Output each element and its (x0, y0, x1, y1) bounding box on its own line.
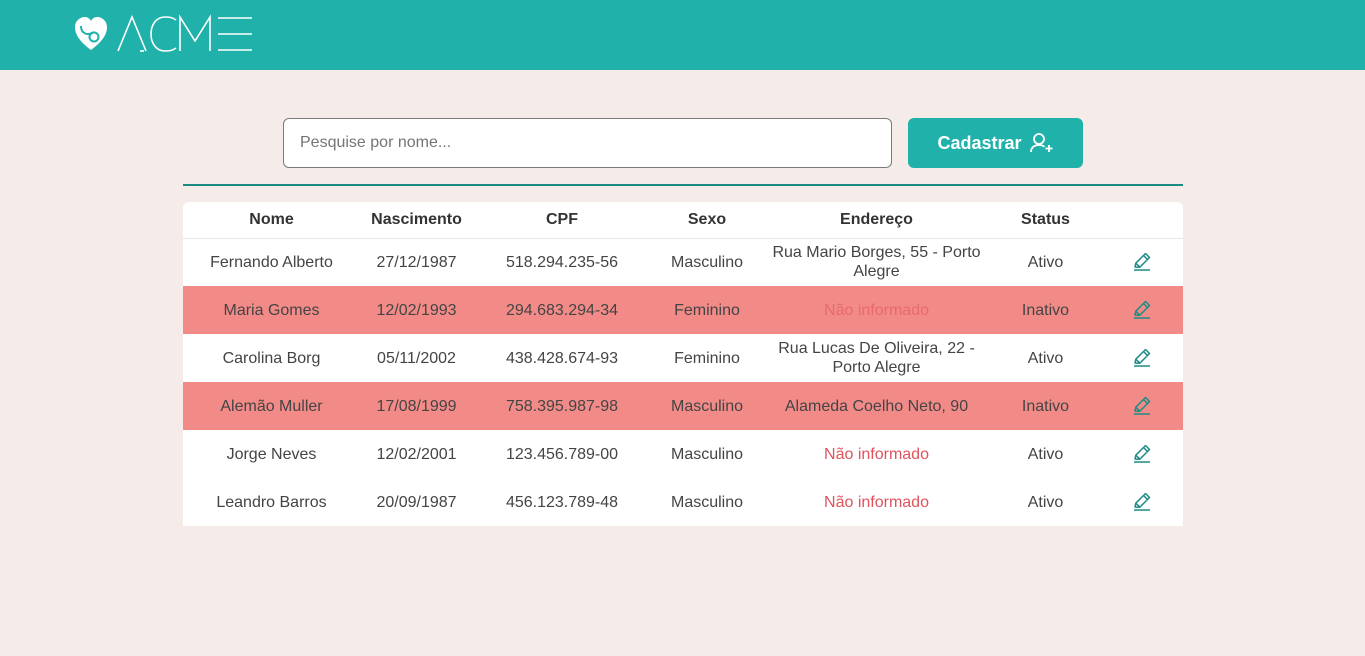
pencil-icon (1134, 348, 1151, 367)
column-header-nascimento[interactable]: Nascimento (360, 202, 473, 238)
pencil-icon (1134, 396, 1151, 415)
table-row[interactable]: Fernando Alberto 27/12/1987 518.294.235-56… (183, 238, 1183, 286)
cell-nome: Alemão Muller (220, 397, 323, 415)
cell-cpf: 456.123.789-48 (505, 493, 619, 511)
table-body: Fernando Alberto 27/12/1987 518.294.235-56… (183, 238, 1183, 526)
cell-status: Ativo (1027, 493, 1064, 511)
table-header-row: Nome Nascimento CPF Sexo Endereço Status (183, 202, 1183, 238)
cell-endereco: Não informado (824, 445, 929, 463)
column-header-nome[interactable]: Nome (183, 202, 360, 238)
cell-nome: Leandro Barros (216, 493, 327, 511)
pencil-icon (1134, 492, 1151, 511)
add-patient-button[interactable]: Cadastrar (908, 118, 1083, 168)
cell-cpf: 123.456.789-00 (505, 445, 619, 463)
patients-table: Nome Nascimento CPF Sexo Endereço Status… (183, 202, 1183, 526)
cell-endereco: Rua Lucas De Oliveira, 22 - Porto Alegre (778, 340, 975, 376)
cell-sexo: Masculino (670, 253, 744, 271)
table-row[interactable]: Carolina Borg 05/11/2002 438.428.674-93 Fem… (183, 334, 1183, 382)
pencil-icon (1134, 300, 1151, 319)
table-row[interactable]: Jorge Neves 12/02/2001 123.456.789-00 Mascu… (183, 430, 1183, 478)
search-input[interactable] (283, 118, 892, 168)
column-header-endereco[interactable]: Endereço (763, 202, 990, 238)
user-plus-icon (1029, 133, 1053, 153)
cell-endereco: Não informado (824, 493, 929, 511)
search-toolbar: Cadastrar (283, 118, 1083, 168)
edit-button[interactable] (1130, 249, 1154, 273)
top-bar (0, 0, 1365, 70)
edit-button[interactable] (1130, 345, 1154, 369)
column-header-cpf[interactable]: CPF (473, 202, 651, 238)
cell-actions (1101, 430, 1183, 478)
cell-nascimento: 20/09/1987 (376, 493, 457, 511)
cell-nome: Maria Gomes (223, 301, 320, 319)
cell-cpf: 758.395.987-98 (505, 397, 619, 415)
patients-table-container: Nome Nascimento CPF Sexo Endereço Status… (183, 202, 1183, 526)
edit-button[interactable] (1130, 297, 1154, 321)
cell-nascimento: 17/08/1999 (376, 397, 457, 415)
cell-status: Ativo (1027, 445, 1064, 463)
column-header-sexo[interactable]: Sexo (651, 202, 763, 238)
cell-nascimento: 05/11/2002 (377, 349, 456, 367)
edit-button[interactable] (1130, 393, 1154, 417)
cell-sexo: Masculino (670, 397, 744, 415)
cell-status: Inativo (1021, 397, 1070, 415)
cell-endereco: Rua Mario Borges, 55 - Porto Alegre (772, 244, 981, 281)
pencil-icon (1134, 252, 1151, 271)
cell-actions (1101, 286, 1183, 334)
cell-nascimento: 12/02/2001 (376, 445, 457, 463)
pencil-icon (1134, 444, 1151, 463)
cell-nascimento: 27/12/1987 (376, 253, 457, 271)
cell-sexo: Feminino (674, 301, 740, 319)
cell-actions (1101, 382, 1183, 430)
cell-cpf: 518.294.235-56 (505, 253, 619, 271)
cell-sexo: Masculino (670, 445, 744, 463)
edit-button[interactable] (1130, 441, 1154, 465)
cell-sexo: Masculino (670, 493, 744, 511)
section-divider (183, 184, 1183, 186)
cell-actions (1101, 334, 1183, 382)
table-row[interactable]: Leandro Barros 20/09/1987 456.123.789-48 Ma… (183, 478, 1183, 526)
table-row[interactable]: Maria Gomes 12/02/1993 294.683.294-34 Femin… (183, 286, 1183, 334)
column-header-actions (1101, 202, 1183, 238)
cell-nome: Fernando Alberto (210, 253, 333, 271)
edit-button[interactable] (1130, 489, 1154, 513)
cell-status: Ativo (1027, 253, 1064, 271)
cell-nascimento: 12/02/1993 (376, 301, 457, 319)
cell-nome: Jorge Neves (226, 445, 317, 463)
column-header-status[interactable]: Status (990, 202, 1101, 238)
add-patient-button-label: Cadastrar (937, 132, 1022, 153)
table-row[interactable]: Alemão Muller 17/08/1999 758.395.987-98 Mas… (183, 382, 1183, 430)
cell-sexo: Feminino (674, 349, 740, 367)
acme-logo[interactable] (74, 14, 254, 54)
cell-cpf: 438.428.674-93 (505, 349, 619, 367)
cell-endereco: Não informado (824, 301, 929, 319)
cell-actions (1101, 478, 1183, 526)
cell-actions (1101, 238, 1183, 286)
cell-nome: Carolina Borg (222, 349, 321, 367)
cell-status: Inativo (1021, 301, 1070, 319)
cell-status: Ativo (1027, 349, 1064, 367)
cell-cpf: 294.683.294-34 (505, 301, 619, 319)
cell-endereco: Alameda Coelho Neto, 90 (784, 397, 969, 415)
